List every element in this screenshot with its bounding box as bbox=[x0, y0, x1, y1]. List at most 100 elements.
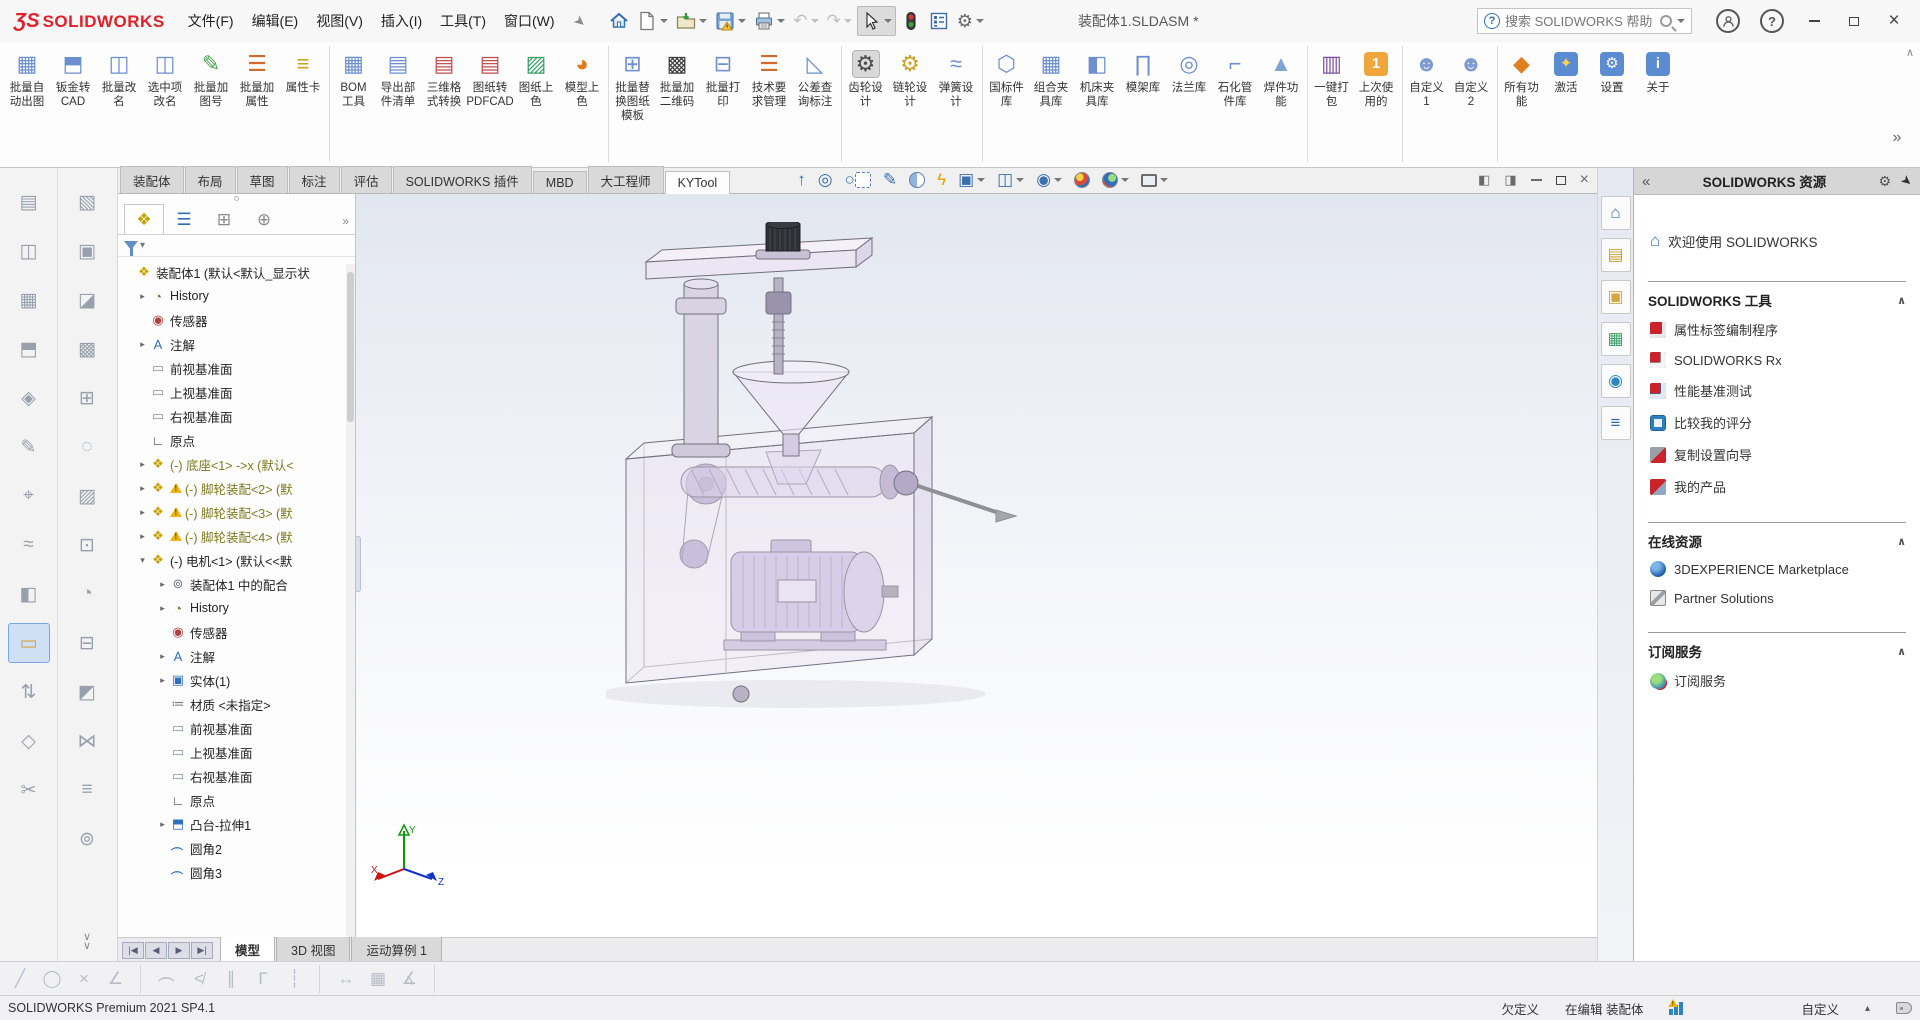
tool-button[interactable]: ⊞ bbox=[66, 378, 108, 418]
search-dropdown[interactable] bbox=[1677, 19, 1685, 23]
tool-button[interactable]: ⋈ bbox=[66, 721, 108, 761]
pin-icon[interactable]: ➤ bbox=[1897, 171, 1916, 190]
view-tool-button[interactable]: ◫ bbox=[993, 169, 1028, 191]
sketch-tool-button[interactable]: ◯ bbox=[37, 965, 67, 993]
view-tool-button[interactable]: ○ bbox=[841, 169, 875, 191]
menu-item[interactable]: 视图(V) bbox=[307, 5, 372, 37]
task-pane-item[interactable]: 3DEXPERIENCE Marketplace bbox=[1650, 561, 1906, 577]
task-pane-item[interactable]: 性能基准测试 bbox=[1650, 381, 1906, 400]
pane-right-icon[interactable]: ◨ bbox=[1504, 172, 1516, 188]
task-pane-tab[interactable]: ⌂ bbox=[1600, 196, 1631, 230]
ribbon-button[interactable]: ▩ 批量加 二维码 bbox=[654, 46, 700, 162]
ribbon-button[interactable]: ◆ 所有功 能 bbox=[1497, 46, 1543, 162]
task-pane-tab[interactable]: ▣ bbox=[1600, 280, 1631, 314]
tree-item[interactable]: ▸ A 注解 bbox=[122, 332, 355, 356]
ribbon-overflow-icon[interactable]: » bbox=[1893, 129, 1902, 147]
tree-item[interactable]: ▸ ⊚ 装配体1 中的配合 bbox=[122, 572, 355, 596]
search-input[interactable] bbox=[1505, 13, 1656, 29]
tree-item[interactable]: ∟ 原点 bbox=[122, 788, 355, 812]
view-tool-dropdown[interactable] bbox=[977, 178, 986, 182]
tool-button[interactable]: ▨ bbox=[66, 476, 108, 516]
tree-item[interactable]: ▸ ❖ (-) 脚轮装配<2> (默 bbox=[122, 476, 355, 500]
ribbon-button[interactable]: ⚙ 齿轮设 计 bbox=[841, 46, 887, 162]
tree-item[interactable]: ▸ ❖ (-) 脚轮装配<4> (默 bbox=[122, 524, 355, 548]
model-3d[interactable] bbox=[606, 222, 1366, 912]
ribbon-button[interactable]: ☻ 自定义 1 bbox=[1402, 46, 1448, 162]
tree-item[interactable]: ▭ 右视基准面 bbox=[122, 764, 355, 788]
view-tool-button[interactable]: ✎ bbox=[879, 169, 901, 191]
open-dropdown[interactable] bbox=[699, 19, 708, 23]
ribbon-button[interactable]: ◫ 选中项 改名 bbox=[142, 46, 188, 162]
print-button[interactable] bbox=[751, 7, 788, 35]
ribbon-button[interactable]: ◎ 法兰库 bbox=[1166, 46, 1212, 162]
graphics-viewport[interactable]: X Y Z bbox=[356, 194, 1597, 937]
ribbon-button[interactable]: ▤ 图纸转 PDFCAD bbox=[467, 46, 513, 162]
fm-tabs-overflow-icon[interactable]: » bbox=[342, 214, 353, 234]
tool-button[interactable]: ✎ bbox=[8, 427, 50, 467]
ribbon-button[interactable]: ◧ 机床夹 具库 bbox=[1074, 46, 1120, 162]
task-pane-item[interactable]: 我的产品 bbox=[1650, 477, 1906, 496]
tree-item[interactable]: ▸ ▣ 实体(1) bbox=[122, 668, 355, 692]
print-dropdown[interactable] bbox=[777, 19, 786, 23]
pane-left-icon[interactable]: ◧ bbox=[1478, 172, 1490, 188]
tree-scrollbar[interactable] bbox=[346, 264, 355, 937]
tool-button[interactable]: ▭ bbox=[7, 623, 50, 663]
options-list-button[interactable] bbox=[926, 7, 952, 35]
tab-nav-button[interactable]: ▶ bbox=[168, 942, 190, 959]
tree-item[interactable]: ∟ 原点 bbox=[122, 428, 355, 452]
ribbon-button[interactable]: ▤ 三维格 式转换 bbox=[421, 46, 467, 162]
tool-button[interactable]: ◪ bbox=[66, 280, 108, 320]
tree-item[interactable]: ▭ 上视基准面 bbox=[122, 740, 355, 764]
scrollbar-thumb[interactable] bbox=[347, 272, 354, 422]
tool-button[interactable]: ◇ bbox=[8, 721, 50, 761]
save-button[interactable] bbox=[712, 7, 749, 35]
ribbon-button[interactable]: ▥ 一键打 包 bbox=[1307, 46, 1353, 162]
sketch-tool-button[interactable]: ∠ bbox=[101, 964, 141, 993]
help-icon[interactable]: ? bbox=[1760, 9, 1784, 33]
tree-item[interactable]: ▭ 前视基准面 bbox=[122, 356, 355, 380]
menu-item[interactable]: 插入(I) bbox=[372, 5, 431, 37]
document-tab[interactable]: 运动算例 1 bbox=[351, 936, 442, 961]
task-pane-item[interactable]: 订阅服务 bbox=[1650, 671, 1906, 690]
task-pane-item[interactable]: 属性标签编制程序 bbox=[1650, 320, 1906, 339]
tree-item[interactable]: ▭ 上视基准面 bbox=[122, 380, 355, 404]
ribbon-button[interactable]: ▤ 导出部 件清单 bbox=[375, 46, 421, 162]
tree-item[interactable]: ( 圆角2 bbox=[122, 836, 355, 860]
sketch-tool-button[interactable]: Γ bbox=[248, 965, 278, 993]
tool-button[interactable]: ◈ bbox=[8, 378, 50, 418]
task-pane-tab[interactable]: ◉ bbox=[1600, 364, 1631, 398]
task-pane-item[interactable]: 比较我的评分 bbox=[1650, 413, 1906, 432]
sketch-tool-button[interactable]: ┆ bbox=[280, 964, 320, 993]
gear-icon[interactable]: ⚙ bbox=[1879, 173, 1892, 190]
pin-menu-icon[interactable]: ➤ bbox=[569, 11, 589, 32]
tree-item[interactable]: ▸ ❖ (-) 底座<1> ->x (默认< bbox=[122, 452, 355, 476]
sketch-tool-button[interactable]: ↔ bbox=[331, 965, 361, 993]
ribbon-button[interactable]: ◫ 批量改 名 bbox=[96, 46, 142, 162]
ribbon-button[interactable]: ≡ 属性卡 bbox=[280, 46, 326, 162]
ribbon-button[interactable]: ⌐ 石化管 件库 bbox=[1212, 46, 1258, 162]
expand-arrow-icon[interactable]: ▾ bbox=[136, 555, 149, 566]
open-button[interactable] bbox=[673, 7, 710, 35]
ribbon-button[interactable]: ☰ 技术要 求管理 bbox=[746, 46, 792, 162]
view-tool-button[interactable] bbox=[1070, 170, 1094, 190]
expand-arrow-icon[interactable]: ▸ bbox=[156, 579, 169, 590]
settings-dropdown[interactable] bbox=[975, 19, 984, 23]
tool-button[interactable]: ⊚ bbox=[66, 819, 108, 859]
ribbon-button[interactable]: ◺ 公差查 询标注 bbox=[792, 46, 838, 162]
tree-item[interactable]: ( 圆角3 bbox=[122, 860, 355, 884]
ribbon-button[interactable]: ▦ BOM 工具 bbox=[329, 46, 375, 162]
tool-button[interactable]: ▦ bbox=[8, 280, 50, 320]
collapse-section-icon[interactable]: ∧ bbox=[1897, 294, 1906, 307]
section-header[interactable]: 订阅服务 ∧ bbox=[1648, 641, 1906, 661]
collapse-panel-icon[interactable]: « bbox=[1642, 173, 1650, 190]
tree-item[interactable]: ▾ ❖ (-) 电机<1> (默认<<默 bbox=[122, 548, 355, 572]
doc-close-icon[interactable]: × bbox=[1580, 171, 1589, 189]
view-tool-dropdown[interactable] bbox=[1121, 178, 1130, 182]
command-tab[interactable]: 评估 bbox=[340, 166, 392, 193]
task-pane-item[interactable]: 复制设置向导 bbox=[1650, 445, 1906, 464]
expand-arrow-icon[interactable]: ▸ bbox=[136, 483, 149, 494]
collapse-section-icon[interactable]: ∧ bbox=[1897, 645, 1906, 658]
ribbon-button[interactable]: ☻ 自定义 2 bbox=[1448, 46, 1494, 162]
ribbon-button[interactable]: 1 上次使 用的 bbox=[1353, 46, 1399, 162]
expand-arrow-icon[interactable]: ▸ bbox=[156, 675, 169, 686]
